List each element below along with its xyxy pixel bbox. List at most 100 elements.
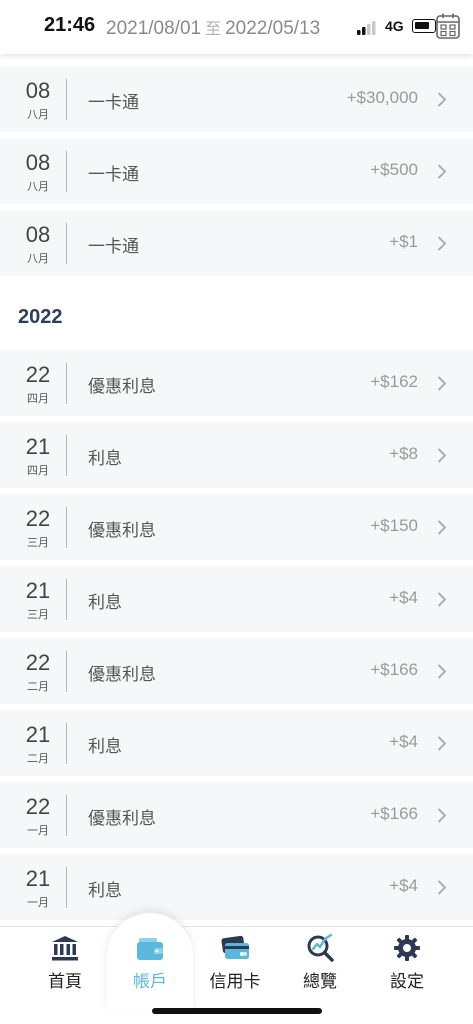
date-day: 21 xyxy=(25,578,51,603)
date-month: 一月 xyxy=(27,896,49,909)
date-month: 二月 xyxy=(27,752,49,765)
transaction-amount: +$166 xyxy=(370,804,418,823)
chevron-right-icon xyxy=(438,92,446,107)
row-divider xyxy=(66,579,67,620)
chevron-right-icon xyxy=(438,664,446,679)
home-indicator[interactable] xyxy=(152,1008,322,1014)
date-day: 21 xyxy=(25,434,51,459)
transaction-row[interactable]: 21 四月 利息 +$8 xyxy=(0,422,473,488)
transaction-row[interactable]: 21 三月 利息 +$4 xyxy=(0,566,473,632)
transaction-row[interactable]: 22 二月 優惠利息 +$166 xyxy=(0,638,473,704)
tab-home[interactable]: 首頁 xyxy=(30,927,100,1007)
transaction-row[interactable]: 08 八月 一卡通 +$1 xyxy=(0,210,473,276)
row-divider xyxy=(66,795,67,836)
transaction-description: 優惠利息 xyxy=(88,665,156,685)
date-month: 八月 xyxy=(27,108,49,121)
row-divider xyxy=(66,363,67,404)
date-day: 08 xyxy=(25,78,51,103)
transaction-description: 優惠利息 xyxy=(88,809,156,829)
date-day: 22 xyxy=(25,794,51,819)
date-month: 三月 xyxy=(27,608,49,621)
transaction-description: 利息 xyxy=(88,593,122,613)
transaction-description: 一卡通 xyxy=(88,93,139,113)
transaction-row[interactable]: 22 三月 優惠利息 +$150 xyxy=(0,494,473,560)
date-day: 08 xyxy=(25,222,51,247)
date-month: 四月 xyxy=(27,392,49,405)
transaction-amount: +$162 xyxy=(370,372,418,391)
status-time: 21:46 xyxy=(44,14,96,36)
transaction-row[interactable]: 22 四月 優惠利息 +$162 xyxy=(0,350,473,416)
transaction-row[interactable]: 21 二月 利息 +$4 xyxy=(0,710,473,776)
tab-label: 首頁 xyxy=(48,972,82,992)
chevron-right-icon xyxy=(438,376,446,391)
tab-label: 總覽 xyxy=(303,972,337,992)
calendar-icon[interactable] xyxy=(436,13,460,39)
end-date[interactable]: 2022/05/13 xyxy=(225,18,320,39)
tab-accounts[interactable]: 帳戶 xyxy=(107,913,193,1013)
date-day: 21 xyxy=(25,722,51,747)
transaction-row[interactable]: 08 八月 一卡通 +$500 xyxy=(0,138,473,204)
date-month: 八月 xyxy=(27,180,49,193)
range-separator: 至 xyxy=(205,21,222,38)
tab-label: 設定 xyxy=(390,972,424,992)
transaction-amount: +$500 xyxy=(370,160,418,179)
transaction-amount: +$166 xyxy=(370,660,418,679)
transaction-list[interactable]: 08 八月 一卡通 +$30,000 08 八月 一卡通 +$500 08 八月… xyxy=(0,54,473,926)
bank-icon xyxy=(52,936,78,961)
transaction-amount: +$4 xyxy=(389,876,418,895)
chevron-right-icon xyxy=(438,164,446,179)
transaction-amount: +$4 xyxy=(389,588,418,607)
row-divider xyxy=(66,867,67,908)
tab-overview[interactable]: 總覽 xyxy=(285,927,355,1007)
transaction-description: 利息 xyxy=(88,881,122,901)
row-divider xyxy=(66,507,67,548)
chevron-right-icon xyxy=(438,736,446,751)
date-day: 22 xyxy=(25,506,51,531)
row-divider xyxy=(66,723,67,764)
date-day: 22 xyxy=(25,362,51,387)
date-range[interactable]: 2021/08/01 至 2022/05/13 xyxy=(106,15,320,40)
date-month: 二月 xyxy=(27,680,49,693)
signal-icon xyxy=(357,21,376,35)
start-date[interactable]: 2021/08/01 xyxy=(106,18,201,39)
gear-icon xyxy=(394,935,420,961)
tab-credit-card[interactable]: 信用卡 xyxy=(200,927,270,1007)
date-month: 三月 xyxy=(27,536,49,549)
date-day: 22 xyxy=(25,650,51,675)
tab-label: 帳戶 xyxy=(133,972,167,992)
transaction-row[interactable]: 08 八月 一卡通 +$30,000 xyxy=(0,66,473,132)
date-day: 08 xyxy=(25,150,51,175)
wallet-icon xyxy=(137,938,163,960)
analytics-search-icon xyxy=(307,933,334,962)
chevron-right-icon xyxy=(438,520,446,535)
transaction-amount: +$30,000 xyxy=(346,88,418,107)
row-divider xyxy=(66,435,67,476)
chevron-right-icon xyxy=(438,880,446,895)
transaction-amount: +$1 xyxy=(389,232,418,251)
transaction-description: 利息 xyxy=(88,449,122,469)
chevron-right-icon xyxy=(438,236,446,251)
row-divider xyxy=(66,223,67,264)
transaction-description: 一卡通 xyxy=(88,237,139,257)
battery-icon xyxy=(412,19,436,33)
transaction-description: 利息 xyxy=(88,737,122,757)
row-divider xyxy=(66,151,67,192)
transaction-description: 優惠利息 xyxy=(88,377,156,397)
chevron-right-icon xyxy=(438,592,446,607)
active-tab-bubble xyxy=(107,913,193,1013)
chevron-right-icon xyxy=(438,448,446,463)
row-divider xyxy=(66,651,67,692)
top-header: 21:46 2021/08/01 至 2022/05/13 4G xyxy=(0,0,473,54)
date-month: 一月 xyxy=(27,824,49,837)
date-day: 21 xyxy=(25,866,51,891)
network-label: 4G xyxy=(385,18,404,34)
row-divider xyxy=(66,79,67,120)
transaction-row[interactable]: 22 一月 優惠利息 +$166 xyxy=(0,782,473,848)
transaction-amount: +$8 xyxy=(389,444,418,463)
tab-settings[interactable]: 設定 xyxy=(372,927,442,1007)
credit-card-icon xyxy=(221,935,249,959)
chevron-right-icon xyxy=(438,808,446,823)
transaction-amount: +$150 xyxy=(370,516,418,535)
transaction-row[interactable]: 21 一月 利息 +$4 xyxy=(0,854,473,920)
date-month: 四月 xyxy=(27,464,49,477)
